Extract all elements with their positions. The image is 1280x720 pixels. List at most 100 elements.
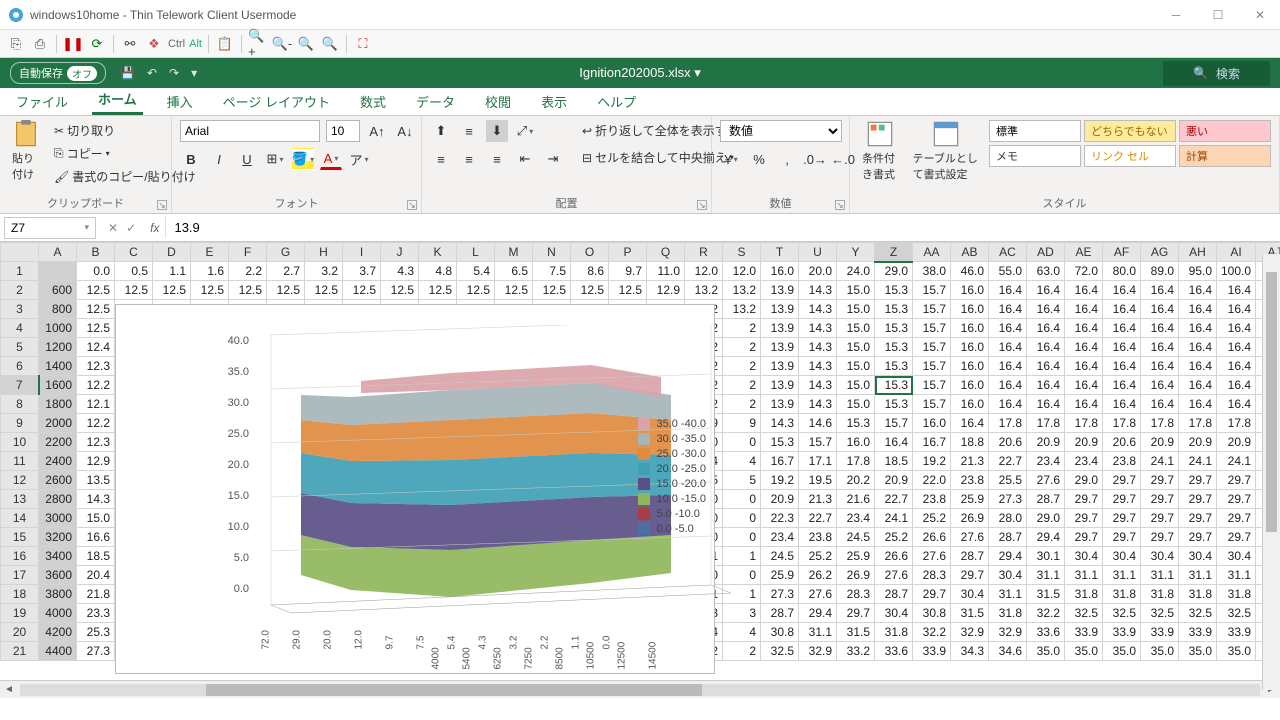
redo-icon[interactable]: ↷ bbox=[169, 66, 179, 80]
cell[interactable]: 34.6 bbox=[989, 642, 1027, 661]
cell[interactable]: 35.0 bbox=[1141, 642, 1179, 661]
cell[interactable]: 16.0 bbox=[951, 338, 989, 357]
cell[interactable]: 33.6 bbox=[875, 642, 913, 661]
cell[interactable]: 13.9 bbox=[761, 319, 799, 338]
cell[interactable]: 12.5 bbox=[571, 281, 609, 300]
tab-home[interactable]: ホーム bbox=[92, 85, 143, 115]
cell[interactable]: 25.2 bbox=[913, 509, 951, 528]
tab-review[interactable]: 校閲 bbox=[479, 88, 517, 115]
bug-icon[interactable]: ❖ bbox=[144, 34, 164, 54]
cell[interactable]: 2000 bbox=[39, 414, 77, 433]
cell[interactable]: 28.0 bbox=[989, 509, 1027, 528]
cell[interactable]: 25.2 bbox=[875, 528, 913, 547]
cell[interactable]: 15.3 bbox=[875, 376, 913, 395]
cell[interactable]: 29.7 bbox=[1217, 471, 1256, 490]
cell[interactable]: 19.5 bbox=[799, 471, 837, 490]
font-size-select[interactable] bbox=[326, 120, 360, 142]
cell[interactable]: 12.5 bbox=[457, 281, 495, 300]
cell[interactable]: 26.6 bbox=[913, 528, 951, 547]
cell[interactable]: 14.3 bbox=[799, 357, 837, 376]
cell[interactable]: 1600 bbox=[39, 376, 77, 395]
style-calc[interactable]: 計算 bbox=[1179, 145, 1271, 167]
cell[interactable]: 30.4 bbox=[1065, 547, 1103, 566]
cell[interactable]: 16.0 bbox=[837, 433, 875, 452]
tool-icon[interactable]: ⎘ bbox=[6, 34, 26, 54]
cell[interactable]: 15.3 bbox=[875, 319, 913, 338]
cell[interactable]: 25.9 bbox=[837, 547, 875, 566]
cell[interactable]: 16.4 bbox=[1027, 300, 1065, 319]
cell[interactable]: 23.3 bbox=[77, 604, 115, 623]
cell[interactable]: 1800 bbox=[39, 395, 77, 414]
cell[interactable]: 15.0 bbox=[837, 281, 875, 300]
font-color-button[interactable]: A bbox=[320, 148, 342, 170]
row-header[interactable]: 5 bbox=[1, 338, 39, 357]
cell[interactable]: 15.0 bbox=[837, 300, 875, 319]
style-neutral[interactable]: どちらでもない bbox=[1084, 120, 1176, 142]
cell[interactable]: 16.4 bbox=[1065, 395, 1103, 414]
cell[interactable]: 33.9 bbox=[1179, 623, 1217, 642]
cell[interactable]: 13.5 bbox=[77, 471, 115, 490]
cell[interactable]: 12.5 bbox=[229, 281, 267, 300]
cell[interactable]: 29.7 bbox=[1179, 490, 1217, 509]
cell[interactable]: 16.4 bbox=[1141, 338, 1179, 357]
cell[interactable]: 11.0 bbox=[647, 262, 685, 281]
cell[interactable]: 21.3 bbox=[799, 490, 837, 509]
cell[interactable]: 16.4 bbox=[989, 357, 1027, 376]
currency-icon[interactable]: ¥ bbox=[720, 148, 742, 170]
cell[interactable]: 32.9 bbox=[799, 642, 837, 661]
column-header[interactable]: B bbox=[77, 243, 115, 262]
cell[interactable]: 19.2 bbox=[761, 471, 799, 490]
cell[interactable]: 13.2 bbox=[723, 281, 761, 300]
cell[interactable]: 16.0 bbox=[951, 319, 989, 338]
cell[interactable]: 12.5 bbox=[77, 281, 115, 300]
cell[interactable]: 17.8 bbox=[1103, 414, 1141, 433]
cell[interactable]: 16.4 bbox=[1141, 395, 1179, 414]
cell[interactable]: 14.3 bbox=[799, 319, 837, 338]
paste-button[interactable]: 貼り付け bbox=[8, 120, 44, 182]
cell[interactable]: 29.7 bbox=[1141, 471, 1179, 490]
cell[interactable]: 16.4 bbox=[1027, 338, 1065, 357]
cell[interactable]: 13.9 bbox=[761, 376, 799, 395]
cell[interactable]: 16.4 bbox=[1027, 319, 1065, 338]
save-icon[interactable]: 💾 bbox=[120, 66, 135, 80]
cell[interactable]: 32.5 bbox=[1179, 604, 1217, 623]
conditional-format-button[interactable]: 条件付き書式 bbox=[858, 120, 903, 182]
cell[interactable]: 12.5 bbox=[267, 281, 305, 300]
column-header[interactable]: Y bbox=[837, 243, 875, 262]
column-header[interactable]: AE bbox=[1065, 243, 1103, 262]
cell[interactable]: 1.1 bbox=[153, 262, 191, 281]
cell[interactable]: 15.7 bbox=[913, 338, 951, 357]
cell[interactable]: 29.7 bbox=[1103, 528, 1141, 547]
column-header[interactable]: H bbox=[305, 243, 343, 262]
cell[interactable]: 14.3 bbox=[799, 300, 837, 319]
style-link[interactable]: リンク セル bbox=[1084, 145, 1176, 167]
cell[interactable]: 29.7 bbox=[1141, 490, 1179, 509]
cell[interactable]: 3.7 bbox=[343, 262, 381, 281]
cell[interactable]: 15.3 bbox=[761, 433, 799, 452]
cell[interactable]: 16.4 bbox=[1217, 395, 1256, 414]
cell[interactable]: 46.0 bbox=[951, 262, 989, 281]
cell[interactable]: 16.4 bbox=[1103, 281, 1141, 300]
cell[interactable]: 25.5 bbox=[989, 471, 1027, 490]
cell[interactable]: 89.0 bbox=[1141, 262, 1179, 281]
cell[interactable]: 31.8 bbox=[1065, 585, 1103, 604]
cell[interactable]: 16.4 bbox=[1103, 395, 1141, 414]
cell[interactable]: 16.4 bbox=[1027, 357, 1065, 376]
qat-more-icon[interactable]: ▾ bbox=[191, 66, 197, 80]
cell[interactable]: 15.3 bbox=[875, 338, 913, 357]
cell[interactable]: 16.7 bbox=[761, 452, 799, 471]
cell[interactable]: 14.3 bbox=[799, 395, 837, 414]
cell[interactable]: 15.3 bbox=[837, 414, 875, 433]
column-header[interactable]: AD bbox=[1027, 243, 1065, 262]
cell[interactable]: 15.0 bbox=[837, 376, 875, 395]
cell[interactable]: 29.4 bbox=[1027, 528, 1065, 547]
cell[interactable]: 12.5 bbox=[495, 281, 533, 300]
cell[interactable]: 13.9 bbox=[761, 395, 799, 414]
cell[interactable]: 28.7 bbox=[989, 528, 1027, 547]
cell[interactable]: 32.9 bbox=[951, 623, 989, 642]
cell[interactable]: 15.0 bbox=[77, 509, 115, 528]
cell[interactable]: 14.6 bbox=[799, 414, 837, 433]
row-header[interactable]: 15 bbox=[1, 528, 39, 547]
cell[interactable]: 16.4 bbox=[989, 395, 1027, 414]
column-header[interactable]: AF bbox=[1103, 243, 1141, 262]
